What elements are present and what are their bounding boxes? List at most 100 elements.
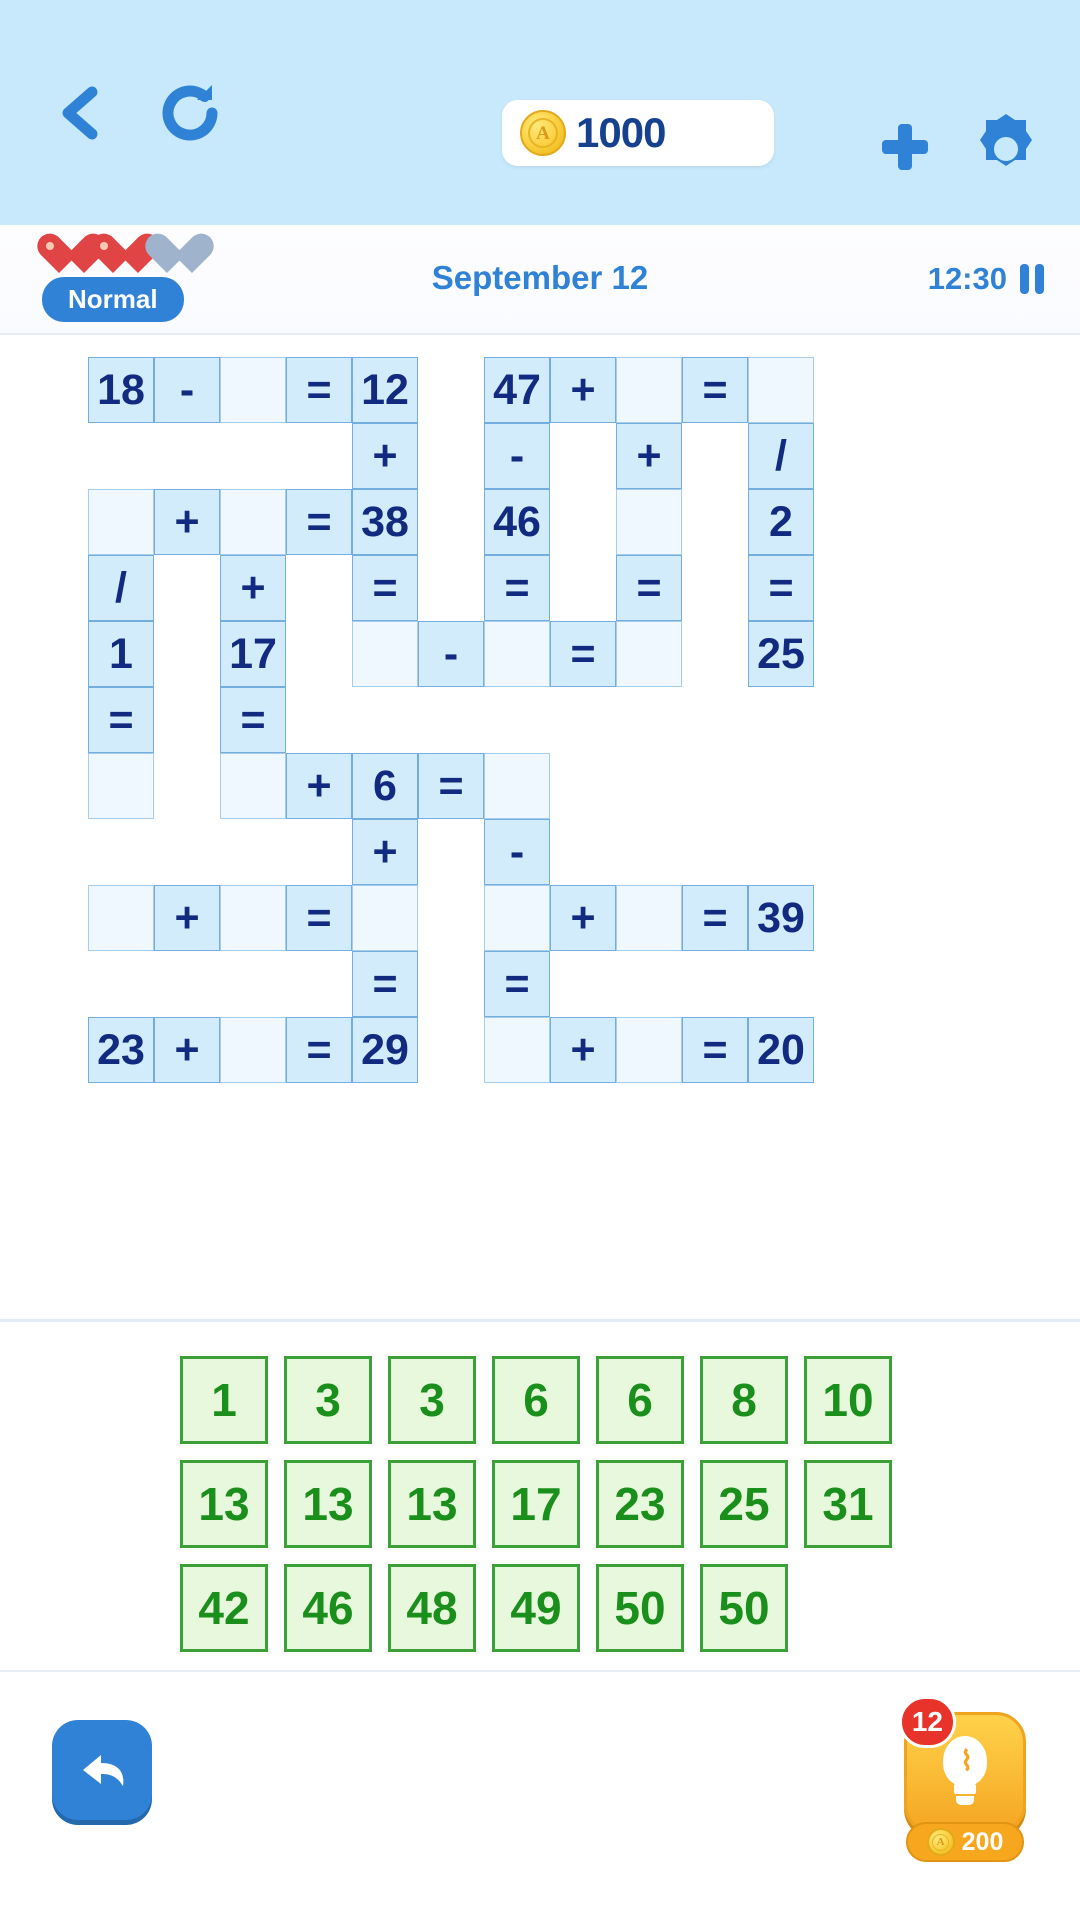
number-tile[interactable]: 6 — [596, 1356, 684, 1444]
plus-icon — [882, 124, 928, 170]
chevron-left-icon — [62, 86, 98, 139]
number-tile[interactable]: 3 — [284, 1356, 372, 1444]
grid-cell-operator: = — [418, 753, 484, 819]
grid-cell-number: 25 — [748, 621, 814, 687]
grid-cell-operator: / — [748, 423, 814, 489]
number-tile[interactable]: 6 — [492, 1356, 580, 1444]
grid-cell-operator: = — [286, 489, 352, 555]
undo-button[interactable] — [52, 1720, 152, 1820]
hint-cost-pill: A 200 — [906, 1822, 1024, 1862]
game-screen: A 1000 Normal September 12 12:30 18 - = … — [0, 0, 1080, 1920]
grid-cell-empty[interactable] — [88, 885, 154, 951]
grid-cell-empty[interactable] — [616, 621, 682, 687]
top-toolbar: A 1000 — [0, 0, 1080, 225]
grid-cell-operator: = — [88, 687, 154, 753]
grid-cell-empty[interactable] — [484, 885, 550, 951]
number-tile[interactable]: 8 — [700, 1356, 788, 1444]
number-tile[interactable]: 23 — [596, 1460, 684, 1548]
grid-cell-number: 47 — [484, 357, 550, 423]
grid-cell-empty[interactable] — [220, 357, 286, 423]
number-tile[interactable]: 46 — [284, 1564, 372, 1652]
grid-cell-empty[interactable] — [616, 1017, 682, 1083]
grid-cell-operator: + — [220, 555, 286, 621]
lightbulb-icon: ⌇ — [934, 1736, 996, 1810]
grid-cell-operator: + — [550, 1017, 616, 1083]
hint-cost-value: 200 — [961, 1827, 1004, 1856]
grid-cell-empty[interactable] — [616, 489, 682, 555]
grid-cell-number: 20 — [748, 1017, 814, 1083]
grid-cell-operator: = — [682, 885, 748, 951]
grid-cell-operator: = — [484, 555, 550, 621]
back-button[interactable] — [42, 74, 120, 152]
grid-cell-number: 38 — [352, 489, 418, 555]
grid-cell-operator: = — [286, 1017, 352, 1083]
grid-cell-operator: = — [484, 951, 550, 1017]
grid-cell-operator: - — [418, 621, 484, 687]
number-tile[interactable]: 10 — [804, 1356, 892, 1444]
grid-cell-number: 39 — [748, 885, 814, 951]
grid-cell-empty[interactable] — [220, 1017, 286, 1083]
grid-cell-number: 17 — [220, 621, 286, 687]
coin-icon: A — [520, 110, 566, 156]
number-tile[interactable]: 13 — [388, 1460, 476, 1548]
grid-cell-empty[interactable] — [748, 357, 814, 423]
grid-cell-operator: - — [154, 357, 220, 423]
number-tile[interactable]: 17 — [492, 1460, 580, 1548]
grid-cell-number: 12 — [352, 357, 418, 423]
grid-cell-number: 29 — [352, 1017, 418, 1083]
status-bar: Normal September 12 12:30 — [0, 225, 1080, 335]
elapsed-time: 12:30 — [927, 261, 1007, 296]
grid-cell-number: 1 — [88, 621, 154, 687]
grid-cell-empty[interactable] — [616, 357, 682, 423]
grid-cell-operator: / — [88, 555, 154, 621]
grid-cell-empty[interactable] — [220, 489, 286, 555]
pause-icon[interactable] — [1020, 264, 1044, 294]
settings-button[interactable] — [968, 110, 1044, 186]
undo-arrow-icon — [83, 1755, 124, 1786]
timer-group: 12:30 — [928, 261, 1044, 297]
grid-cell-empty[interactable] — [484, 753, 550, 819]
grid-cell-operator: = — [682, 1017, 748, 1083]
grid-cell-number: 18 — [88, 357, 154, 423]
number-tile[interactable]: 50 — [700, 1564, 788, 1652]
bottom-bar: ⌇ 12 A 200 — [0, 1670, 1080, 1920]
restart-button[interactable] — [148, 71, 232, 155]
number-tile[interactable]: 42 — [180, 1564, 268, 1652]
grid-cell-empty[interactable] — [220, 885, 286, 951]
grid-cell-empty[interactable] — [88, 753, 154, 819]
grid-cell-operator: = — [352, 951, 418, 1017]
coin-value: 1000 — [576, 109, 666, 156]
number-tile[interactable]: 25 — [700, 1460, 788, 1548]
grid-cell-operator: = — [550, 621, 616, 687]
grid-cell-operator: + — [616, 423, 682, 489]
grid-cell-empty[interactable] — [352, 885, 418, 951]
refresh-icon — [162, 84, 218, 141]
coin-balance[interactable]: A 1000 — [502, 100, 774, 166]
grid-cell-operator: + — [154, 1017, 220, 1083]
grid-cell-empty[interactable] — [616, 885, 682, 951]
number-tile[interactable]: 48 — [388, 1564, 476, 1652]
grid-cell-empty[interactable] — [484, 621, 550, 687]
grid-cell-operator: = — [286, 885, 352, 951]
number-tile[interactable]: 13 — [180, 1460, 268, 1548]
coin-glyph: A — [536, 122, 550, 144]
puzzle-date: September 12 — [431, 259, 649, 296]
add-coins-button[interactable] — [876, 118, 934, 176]
number-tile[interactable]: 13 — [284, 1460, 372, 1548]
number-tile[interactable]: 31 — [804, 1460, 892, 1548]
coin-icon: A — [926, 1828, 955, 1856]
number-tile[interactable]: 50 — [596, 1564, 684, 1652]
grid-cell-empty[interactable] — [220, 753, 286, 819]
grid-cell-empty[interactable] — [352, 621, 418, 687]
grid-cell-empty[interactable] — [88, 489, 154, 555]
grid-cell-operator: = — [352, 555, 418, 621]
number-tile[interactable]: 3 — [388, 1356, 476, 1444]
number-tile[interactable]: 1 — [180, 1356, 268, 1444]
number-tile-list: 1 3 3 6 6 8 10 13 13 13 17 23 25 31 42 46 48 49 50 50 — [180, 1356, 900, 1652]
number-tile[interactable]: 49 — [492, 1564, 580, 1652]
grid-cell-operator: = — [616, 555, 682, 621]
grid-cell-operator: = — [220, 687, 286, 753]
grid-cell-empty[interactable] — [484, 1017, 550, 1083]
grid-cell-operator: - — [484, 819, 550, 885]
puzzle-grid: 18- = 12 47 + = + - + / + = 38 46 2/+ = = = = 1 17- = 25 = = +6 = +… — [0, 357, 1080, 1097]
